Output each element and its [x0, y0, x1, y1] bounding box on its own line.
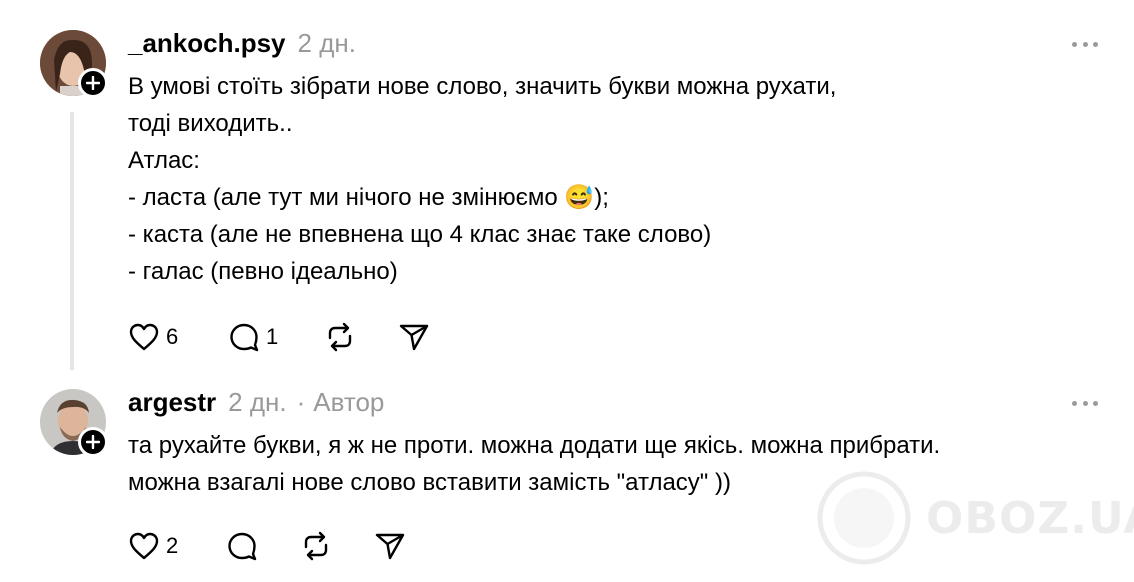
send-icon	[375, 533, 405, 560]
heart-icon	[129, 532, 159, 560]
repost-icon	[328, 322, 352, 352]
repost-button[interactable]	[324, 321, 398, 353]
post-text-line: та рухайте букви, я ж не проти. можна до…	[128, 432, 941, 459]
plus-icon	[86, 76, 100, 90]
send-icon	[399, 324, 429, 351]
watermark-text: OBOZ.UA	[926, 492, 1134, 544]
plus-icon	[86, 435, 100, 449]
repost-icon	[304, 531, 328, 561]
post-ankoch: _ankoch.psy 2 дн. В умові стоїть зібрати…	[0, 0, 1134, 375]
follow-button[interactable]	[78, 427, 108, 457]
timestamp[interactable]: 2 дн.	[298, 28, 356, 59]
repost-button[interactable]	[300, 530, 374, 562]
thread-line	[70, 112, 74, 370]
post-text-line: - ласта (але тут ми нічого не змінюємо 😅…	[128, 184, 609, 211]
reply-button[interactable]: 1	[228, 321, 324, 353]
more-options-button[interactable]	[1072, 399, 1098, 407]
post-text-line: тоді виходить..	[128, 110, 293, 137]
more-horizontal-icon	[1072, 400, 1077, 406]
author-label: Автор	[313, 387, 385, 417]
share-button[interactable]	[374, 530, 406, 562]
watermark: OBOZ.UA	[816, 470, 1134, 566]
like-button[interactable]: 6	[128, 322, 228, 352]
post-header: argestr 2 дн. · Автор	[128, 387, 384, 418]
post-text-line: - галас (певно ідеально)	[128, 258, 398, 285]
reply-count: 1	[266, 324, 279, 349]
heart-icon	[129, 323, 159, 351]
globe-logo-icon	[817, 471, 911, 565]
timestamp[interactable]: 2 дн.	[228, 387, 286, 418]
separator-dot: ·	[296, 387, 306, 417]
follow-button[interactable]	[78, 68, 108, 98]
like-button[interactable]: 2	[128, 531, 226, 561]
username[interactable]: argestr	[128, 387, 216, 418]
reply-button[interactable]	[226, 530, 300, 562]
post-actions: 6 1	[128, 320, 430, 354]
username[interactable]: _ankoch.psy	[128, 28, 286, 59]
post-text-line: - каста (але не впевнена що 4 клас знає …	[128, 221, 712, 248]
comment-icon	[228, 532, 257, 561]
more-horizontal-icon	[1072, 41, 1077, 47]
like-count: 6	[166, 324, 179, 349]
post-text-line: В умові стоїть зібрати нове слово, значи…	[128, 73, 837, 100]
post-header: _ankoch.psy 2 дн.	[128, 28, 356, 59]
post-actions: 2	[128, 529, 406, 563]
comment-icon	[230, 323, 259, 352]
like-count: 2	[166, 533, 179, 558]
share-button[interactable]	[398, 321, 430, 353]
post-text-line: Атлас:	[128, 147, 200, 174]
post-text: В умові стоїть зібрати нове слово, значи…	[128, 68, 1108, 290]
more-options-button[interactable]	[1072, 40, 1098, 48]
